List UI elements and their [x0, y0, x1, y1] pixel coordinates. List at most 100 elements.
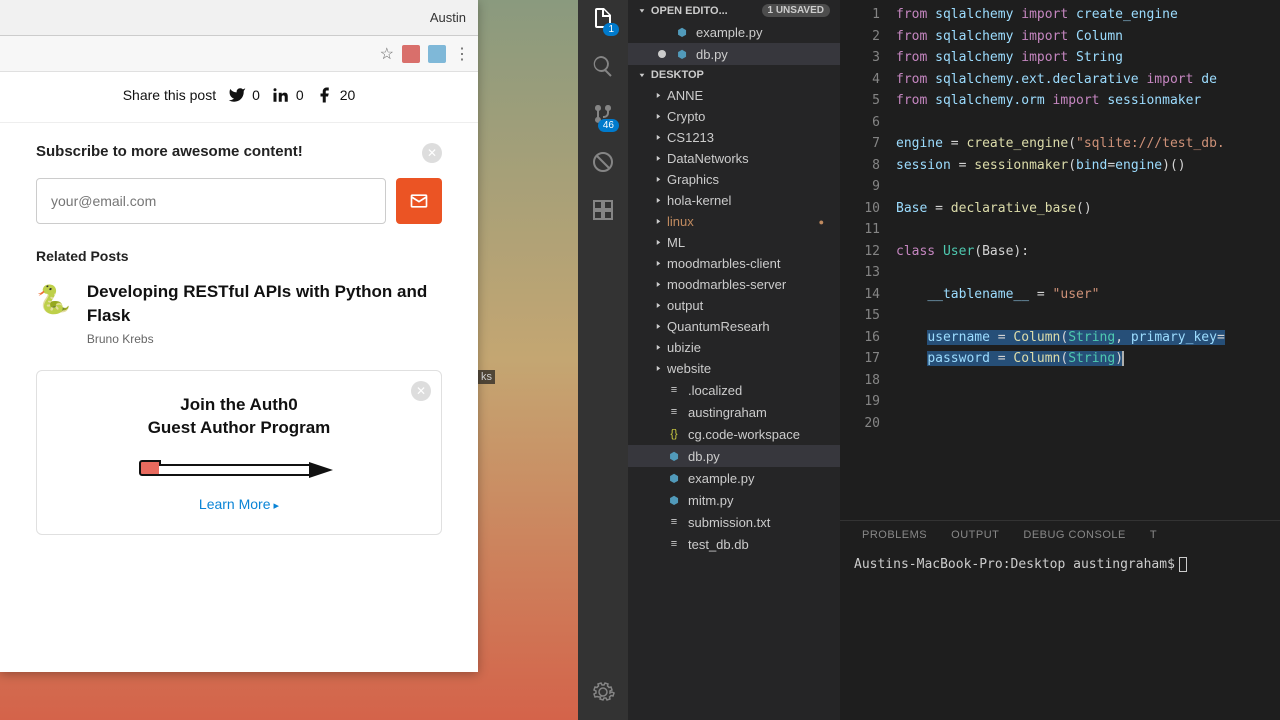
folder-item[interactable]: output — [628, 295, 840, 316]
browser-tab-title[interactable]: Austin — [430, 10, 466, 25]
folder-item[interactable]: Crypto — [628, 106, 840, 127]
twitter-icon — [228, 86, 246, 104]
dirty-dot-icon — [658, 50, 666, 58]
file-name: test_db.db — [688, 537, 749, 552]
browser-menu-icon[interactable]: ⋮ — [454, 44, 470, 64]
pencil-icon — [139, 460, 339, 480]
email-input[interactable] — [36, 178, 386, 224]
folder-name: hola-kernel — [667, 193, 731, 208]
subscribe-card: ✕ Subscribe to more awesome content! — [36, 143, 442, 224]
folder-item[interactable]: hola-kernel — [628, 190, 840, 211]
folder-name: moodmarbles-server — [667, 277, 786, 292]
related-post-item[interactable]: 🐍 Developing RESTful APIs with Python an… — [36, 280, 442, 346]
file-item[interactable]: ≡ test_db.db — [628, 533, 840, 555]
folder-item[interactable]: ML — [628, 232, 840, 253]
folder-name: output — [667, 298, 703, 313]
browser-content: Share this post 0 0 20 ✕ Subscribe to mo… — [0, 72, 478, 535]
panel-tabs: PROBLEMS OUTPUT DEBUG CONSOLE T — [840, 521, 1280, 549]
subscribe-button[interactable] — [396, 178, 442, 224]
partial-label: ks — [478, 370, 495, 384]
file-name: .localized — [688, 383, 742, 398]
folder-item[interactable]: ubizie — [628, 337, 840, 358]
file-icon: ⬢ — [666, 470, 682, 486]
sidebar: Open Edito... 1 UNSAVED ⬢ example.py ⬢ db.p… — [628, 0, 840, 720]
share-row: Share this post 0 0 20 — [0, 72, 478, 123]
bottom-panel: PROBLEMS OUTPUT DEBUG CONSOLE T Austins-Mac… — [840, 520, 1280, 720]
folder-item[interactable]: CS1213 — [628, 127, 840, 148]
folder-item[interactable]: moodmarbles-client — [628, 253, 840, 274]
file-icon: ≡ — [666, 404, 682, 420]
folder-name: CS1213 — [667, 130, 714, 145]
editor-name: example.py — [696, 25, 762, 40]
file-item[interactable]: {} cg.code-workspace — [628, 423, 840, 445]
extension-icon-2[interactable] — [428, 45, 446, 63]
file-name: cg.code-workspace — [688, 427, 800, 442]
extensions-icon[interactable] — [589, 196, 617, 224]
browser-toolbar: ☆ ⋮ — [0, 36, 478, 72]
explorer-icon[interactable]: 1 — [589, 4, 617, 32]
folder-item[interactable]: DataNetworks — [628, 148, 840, 169]
scm-icon[interactable]: 46 — [589, 100, 617, 128]
folder-item[interactable]: moodmarbles-server — [628, 274, 840, 295]
bookmark-star-icon[interactable]: ☆ — [380, 44, 394, 64]
folder-item[interactable]: ANNE — [628, 85, 840, 106]
subscribe-heading: Subscribe to more awesome content! — [36, 143, 442, 160]
folder-name: Graphics — [667, 172, 719, 187]
share-label: Share this post — [123, 87, 216, 103]
editor-name: db.py — [696, 47, 728, 62]
panel-tab[interactable]: PROBLEMS — [862, 529, 927, 541]
file-item[interactable]: ⬢example.py — [628, 467, 840, 489]
dirty-dot-icon — [658, 28, 666, 36]
folder-item[interactable]: Graphics — [628, 169, 840, 190]
file-icon: ≡ — [666, 536, 682, 552]
files-list: ≡.localized≡austingraham{}cg.code-worksp… — [628, 379, 840, 555]
code-area[interactable]: 1234567891011121314151617181920 from sql… — [840, 0, 1280, 520]
debug-icon[interactable] — [589, 148, 617, 176]
panel-tab[interactable]: T — [1150, 529, 1157, 541]
workspace-header[interactable]: Desktop — [628, 65, 840, 85]
open-editors-header[interactable]: Open Edito... 1 UNSAVED — [628, 0, 840, 21]
linkedin-count: 0 — [296, 87, 304, 103]
author-program-heading: Join the Auth0 Guest Author Program — [55, 393, 423, 441]
python-file-icon: ⬢ — [674, 46, 690, 62]
close-icon[interactable]: ✕ — [422, 143, 442, 163]
file-name: db.py — [688, 449, 720, 464]
post-author: Bruno Krebs — [87, 332, 442, 346]
folder-name: QuantumResearh — [667, 319, 770, 334]
code-content[interactable]: from sqlalchemy import create_engine fro… — [896, 4, 1280, 520]
file-icon: ⬢ — [666, 492, 682, 508]
file-name: submission.txt — [688, 515, 770, 530]
file-icon: {} — [666, 426, 682, 442]
file-item[interactable]: ⬢ mitm.py — [628, 489, 840, 511]
editor-pane: 1234567891011121314151617181920 from sql… — [840, 0, 1280, 720]
editor-item[interactable]: ⬢ example.py — [628, 21, 840, 43]
close-icon[interactable]: ✕ — [411, 381, 431, 401]
folder-item[interactable]: linux — [628, 211, 840, 232]
terminal-content[interactable]: Austins-MacBook-Pro:Desktop austingraham… — [840, 549, 1280, 580]
panel-tab[interactable]: OUTPUT — [951, 529, 999, 541]
file-item[interactable]: ≡austingraham — [628, 401, 840, 423]
learn-more-link[interactable]: Learn More — [199, 496, 279, 512]
gear-icon[interactable] — [589, 678, 617, 706]
author-program-card: ✕ Join the Auth0 Guest Author Program Le… — [36, 370, 442, 536]
linkedin-share[interactable]: 0 — [272, 86, 304, 104]
facebook-count: 20 — [340, 87, 356, 103]
file-icon: ≡ — [666, 514, 682, 530]
search-icon[interactable] — [589, 52, 617, 80]
line-gutter: 1234567891011121314151617181920 — [840, 4, 896, 520]
folder-item[interactable]: QuantumResearh — [628, 316, 840, 337]
python-file-icon: ⬢ — [674, 24, 690, 40]
file-item[interactable]: ≡.localized — [628, 379, 840, 401]
panel-tab[interactable]: DEBUG CONSOLE — [1023, 529, 1125, 541]
twitter-share[interactable]: 0 — [228, 86, 260, 104]
email-form — [36, 178, 442, 224]
linkedin-icon — [272, 86, 290, 104]
file-item[interactable]: ≡ submission.txt — [628, 511, 840, 533]
file-name: mitm.py — [688, 493, 734, 508]
facebook-share[interactable]: 20 — [316, 86, 356, 104]
editor-item[interactable]: ⬢ db.py — [628, 43, 840, 65]
file-item[interactable]: ⬢db.py — [628, 445, 840, 467]
folder-item[interactable]: website — [628, 358, 840, 379]
extension-icon-1[interactable] — [402, 45, 420, 63]
twitter-count: 0 — [252, 87, 260, 103]
